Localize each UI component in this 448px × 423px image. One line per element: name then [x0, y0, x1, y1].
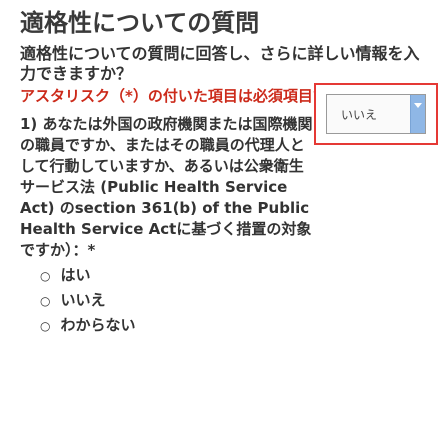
question-item: 1) あなたは外国の政府機関または国際機関の職員ですか、またはその職員の代理人と…: [20, 114, 316, 338]
list-item: はい: [40, 263, 316, 288]
list-item: わからない: [40, 313, 316, 338]
answer-select-value: いいえ: [341, 108, 378, 122]
answer-select[interactable]: いいえ: [326, 94, 426, 134]
highlighted-answer-frame: いいえ: [314, 83, 438, 145]
page-title: 適格性についての質問: [20, 9, 260, 37]
chevron-down-icon[interactable]: [410, 95, 425, 133]
question-item-text: 1) あなたは外国の政府機関または国際機関の職員ですか、またはその職員の代理人と…: [20, 115, 313, 259]
question-text: 適格性についての質問に回答し、さらに詳しい情報を入力できますか？: [20, 44, 420, 83]
eligibility-form: 適格性についての質問 適格性についての質問に回答し、さらに詳しい情報を入力できま…: [0, 0, 448, 423]
list-item: いいえ: [40, 288, 316, 313]
option-list: はい いいえ わからない: [20, 263, 316, 338]
